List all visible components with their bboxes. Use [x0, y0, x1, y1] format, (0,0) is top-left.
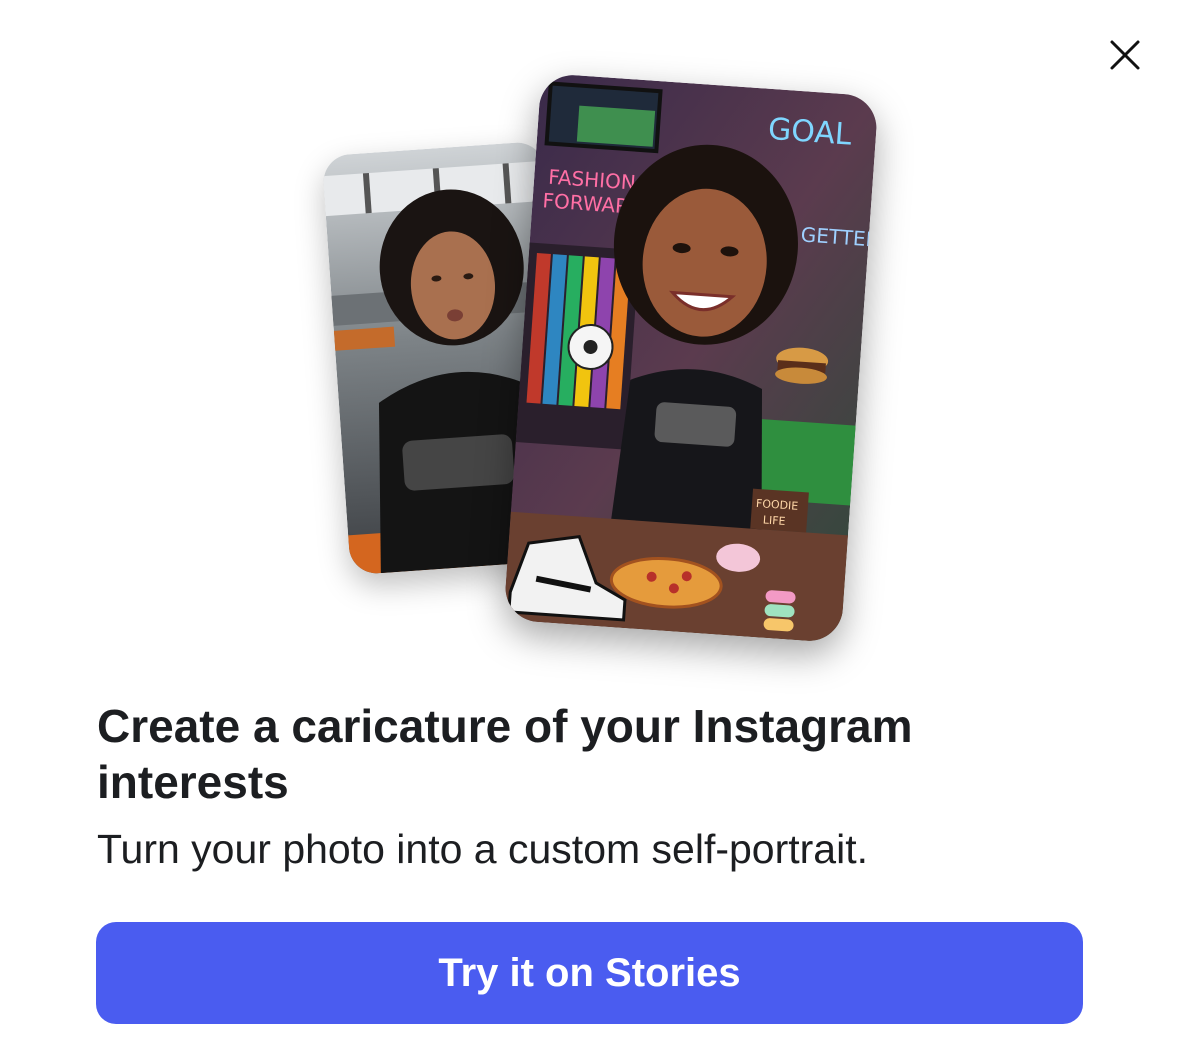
preview-illustration: FASHION FORWARD GOAL GETTER FOODIE LIFE	[0, 0, 1179, 660]
dialog-title: Create a caricature of your Instagram in…	[97, 700, 913, 808]
try-on-stories-button[interactable]: Try it on Stories	[96, 922, 1083, 1024]
svg-text:GOAL: GOAL	[767, 112, 853, 153]
caricature-illustration: FASHION FORWARD GOAL GETTER FOODIE LIFE	[503, 72, 879, 644]
dialog-subtitle: Turn your photo into a custom self-portr…	[97, 826, 868, 872]
svg-text:LIFE: LIFE	[762, 513, 786, 528]
